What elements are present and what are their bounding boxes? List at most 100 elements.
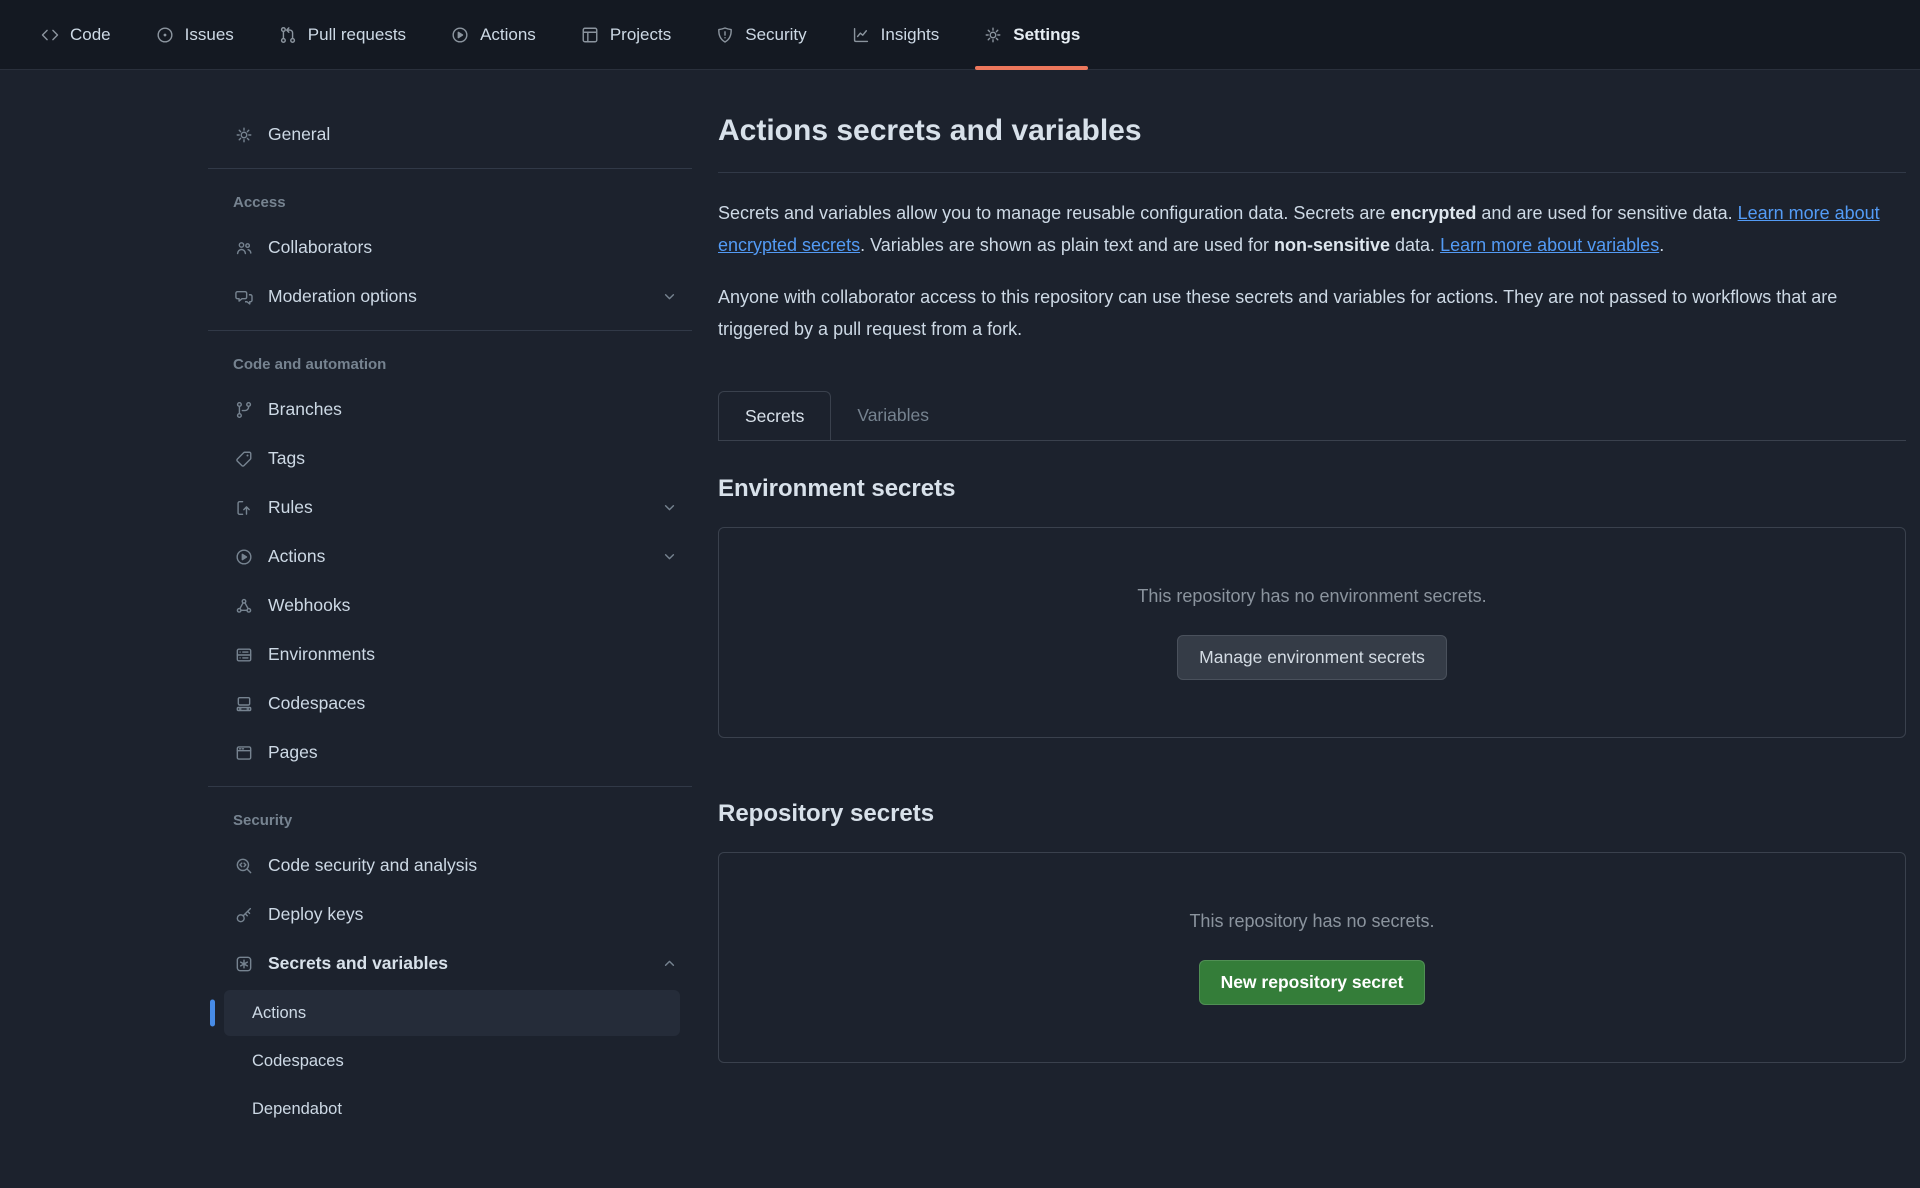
sidebar-item-environments[interactable]: Environments (208, 630, 692, 679)
comment-discussion-icon (233, 287, 254, 307)
tab-actions[interactable]: Actions (450, 0, 536, 69)
sidebar-item-code-security-and-analysis[interactable]: Code security and analysis (208, 841, 692, 890)
intro-bold-encrypted: encrypted (1390, 203, 1476, 223)
sidebar-item-label: Environments (268, 644, 375, 665)
sidebar-item-label: Rules (268, 497, 313, 518)
code-icon (40, 25, 60, 45)
manage-environment-secrets-button[interactable]: Manage environment secrets (1177, 635, 1447, 680)
codescan-icon (233, 856, 254, 876)
graph-icon (851, 25, 871, 45)
collaborator-note: Anyone with collaborator access to this … (718, 281, 1906, 345)
sidebar-item-label: Code security and analysis (268, 855, 477, 876)
intro-bold-non-sensitive: non-sensitive (1274, 235, 1390, 255)
link-variables[interactable]: Learn more about variables (1440, 235, 1659, 255)
sidebar-subitem-label: Dependabot (252, 1100, 342, 1119)
tab-pull-requests[interactable]: Pull requests (278, 0, 406, 69)
chevron-up-icon (661, 955, 678, 972)
sidebar-item-codespaces[interactable]: Codespaces (208, 679, 692, 728)
new-repository-secret-button[interactable]: New repository secret (1199, 960, 1426, 1005)
sidebar-item-deploy-keys[interactable]: Deploy keys (208, 890, 692, 939)
sidebar-heading-access: Access (208, 178, 692, 223)
sidebar-item-branches[interactable]: Branches (208, 385, 692, 434)
sidebar-subitem-label: Codespaces (252, 1052, 344, 1071)
sidebar-subitem-label: Actions (252, 1004, 306, 1023)
tab-settings[interactable]: Settings (983, 0, 1080, 69)
tab-variables[interactable]: Variables (831, 391, 955, 440)
tab-insights-label: Insights (881, 25, 940, 45)
sidebar-item-label: Deploy keys (268, 904, 363, 925)
tab-security[interactable]: Security (715, 0, 806, 69)
play-circle-icon (450, 25, 470, 45)
sidebar-item-general[interactable]: General (208, 110, 692, 159)
secrets-variables-tabnav: Secrets Variables (718, 391, 1906, 441)
intro-text: data. (1390, 235, 1440, 255)
tab-issues-label: Issues (185, 25, 234, 45)
environment-secrets-heading: Environment secrets (718, 475, 1906, 503)
tab-issues[interactable]: Issues (155, 0, 234, 69)
sidebar-item-rules[interactable]: Rules (208, 483, 692, 532)
sidebar-item-actions[interactable]: Actions (208, 532, 692, 581)
pull-request-icon (278, 25, 298, 45)
repo-tab-bar: Code Issues Pull requests Actions Projec… (0, 0, 1920, 70)
intro-text: and are used for sensitive data. (1476, 203, 1737, 223)
sidebar-divider (208, 168, 692, 169)
repository-secrets-empty-box: This repository has no secrets. New repo… (718, 852, 1906, 1063)
sidebar-subitem-dependabot[interactable]: Dependabot (224, 1086, 680, 1132)
tab-actions-label: Actions (480, 25, 536, 45)
tag-icon (233, 449, 254, 469)
sidebar-item-moderation-options[interactable]: Moderation options (208, 272, 692, 321)
codespaces-icon (233, 694, 254, 714)
intro-text: . (1659, 235, 1664, 255)
settings-sidebar: General Access Collaborators Moderation … (208, 110, 692, 1134)
sidebar-item-label: Collaborators (268, 237, 372, 258)
sidebar-divider (208, 786, 692, 787)
repository-secrets-empty-text: This repository has no secrets. (1189, 911, 1434, 932)
sidebar-item-label: Pages (268, 742, 318, 763)
project-table-icon (580, 25, 600, 45)
asterisk-box-icon (233, 954, 254, 974)
tab-projects-label: Projects (610, 25, 671, 45)
tab-settings-label: Settings (1013, 25, 1080, 45)
git-branch-icon (233, 400, 254, 420)
sidebar-item-label: Secrets and variables (268, 953, 448, 974)
sidebar-item-tags[interactable]: Tags (208, 434, 692, 483)
sidebar-subitem-codespaces[interactable]: Codespaces (224, 1038, 680, 1084)
sidebar-item-webhooks[interactable]: Webhooks (208, 581, 692, 630)
chevron-down-icon (661, 499, 678, 516)
sidebar-item-pages[interactable]: Pages (208, 728, 692, 777)
webhook-icon (233, 596, 254, 616)
gear-icon (983, 25, 1003, 45)
sidebar-item-label: Branches (268, 399, 342, 420)
sidebar-item-label: General (268, 124, 330, 145)
active-indicator (210, 1000, 215, 1027)
people-icon (233, 238, 254, 258)
sidebar-item-label: Actions (268, 546, 325, 567)
tab-code-label: Code (70, 25, 111, 45)
key-icon (233, 905, 254, 925)
tab-secrets[interactable]: Secrets (718, 391, 831, 440)
sidebar-item-collaborators[interactable]: Collaborators (208, 223, 692, 272)
gear-icon (233, 125, 254, 145)
intro-text: . Variables are shown as plain text and … (860, 235, 1274, 255)
tab-code[interactable]: Code (40, 0, 111, 69)
intro-paragraph: Secrets and variables allow you to manag… (718, 197, 1906, 261)
main-content: Actions secrets and variables Secrets an… (718, 110, 1906, 1134)
intro-text: Secrets and variables allow you to manag… (718, 203, 1390, 223)
sidebar-item-label: Webhooks (268, 595, 350, 616)
environment-secrets-empty-box: This repository has no environment secre… (718, 527, 1906, 738)
play-circle-icon (233, 547, 254, 567)
environment-secrets-empty-text: This repository has no environment secre… (1137, 586, 1486, 607)
sidebar-item-label: Moderation options (268, 286, 417, 307)
sidebar-item-secrets-and-variables[interactable]: Secrets and variables (208, 939, 692, 988)
page-title: Actions secrets and variables (718, 114, 1906, 148)
sidebar-heading-security: Security (208, 796, 692, 841)
sidebar-item-label: Tags (268, 448, 305, 469)
sidebar-divider (208, 330, 692, 331)
sidebar-subitem-actions[interactable]: Actions (224, 990, 680, 1036)
repository-secrets-heading: Repository secrets (718, 800, 1906, 828)
tab-projects[interactable]: Projects (580, 0, 671, 69)
chevron-down-icon (661, 288, 678, 305)
sidebar-heading-code-and-automation: Code and automation (208, 340, 692, 385)
tab-insights[interactable]: Insights (851, 0, 940, 69)
tab-security-label: Security (745, 25, 806, 45)
